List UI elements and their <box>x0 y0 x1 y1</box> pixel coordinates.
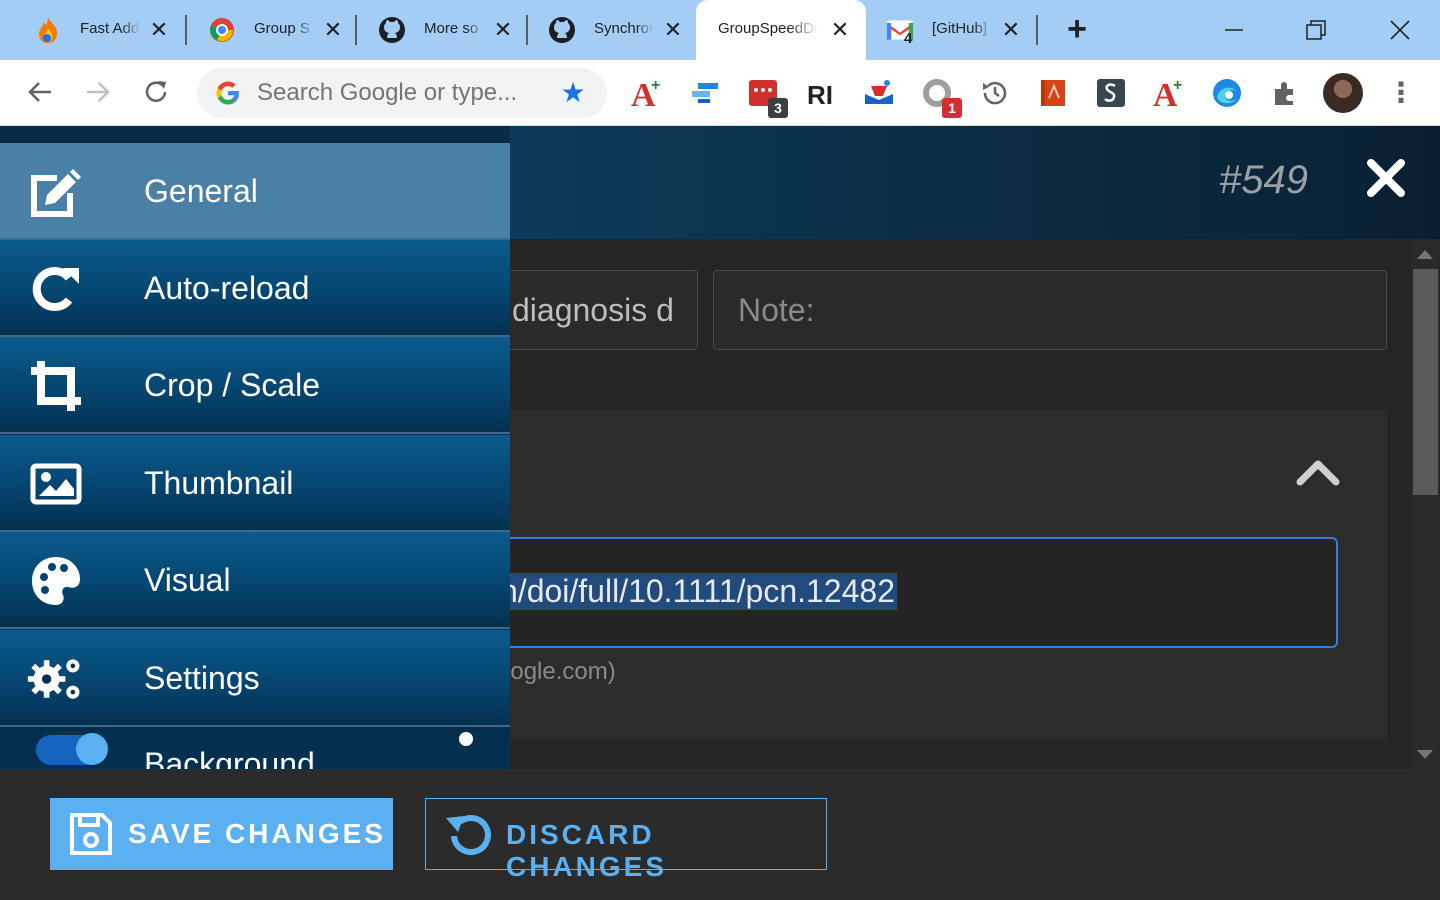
menu-item-label: Thumbnail <box>144 465 294 501</box>
page-content: #549 diagnosis d Note: n/doi/full/10.111… <box>0 126 1440 900</box>
chrome-icon <box>208 16 236 44</box>
scrollbar-thumb[interactable] <box>1413 269 1438 495</box>
circle-extension-icon[interactable]: 1 <box>920 76 962 118</box>
back-button[interactable] <box>22 74 58 110</box>
svg-text:Background: Background <box>144 746 315 769</box>
tab-close-icon[interactable]: ✕ <box>145 16 173 44</box>
discard-changes-button[interactable]: DISCARD CHANGES <box>425 798 827 882</box>
new-tab-button[interactable]: + <box>1060 12 1094 46</box>
save-extension-icon[interactable] <box>862 76 896 110</box>
tab-manager-icon[interactable] <box>688 76 722 110</box>
extension-badge: 1 <box>942 98 962 118</box>
edit-icon <box>26 163 86 221</box>
tab-more-so[interactable]: More so ✕ <box>344 0 524 60</box>
side-menu: General Auto-reload Crop / Scale Thumbna… <box>0 126 510 769</box>
edge-icon[interactable] <box>1210 76 1244 110</box>
calendar-extension-icon[interactable]: 3 <box>746 76 788 118</box>
google-icon <box>215 80 241 106</box>
image-icon <box>26 455 86 513</box>
close-dialog-icon[interactable] <box>1366 158 1406 204</box>
tab-close-icon[interactable]: ✕ <box>659 16 687 44</box>
url-help-text: oogle.com) <box>497 658 616 685</box>
tab-fast-add[interactable]: Fast Add ✕ <box>0 0 185 60</box>
tab-separator <box>1036 15 1038 45</box>
save-changes-button[interactable]: SAVE CHANGES <box>50 798 393 870</box>
tab-group-s[interactable]: Group S ✕ <box>174 0 354 60</box>
tab-title: Group S <box>254 20 310 37</box>
crop-icon <box>26 357 86 415</box>
profile-avatar[interactable] <box>1323 73 1363 113</box>
menu-item-label: General <box>144 173 258 209</box>
restore-button[interactable] <box>1296 10 1336 50</box>
menu-item-partial: Background <box>0 731 510 769</box>
title-field-value: diagnosis d <box>512 292 674 328</box>
dialog-scrollbar[interactable] <box>1411 239 1440 769</box>
svg-text:+: + <box>651 77 660 94</box>
tab-groupspeeddial[interactable]: GroupSpeedDi ✕ <box>696 0 866 60</box>
undo-icon <box>444 810 494 865</box>
chevron-up-icon[interactable] <box>1296 456 1340 486</box>
svg-text:RI: RI <box>807 80 833 107</box>
tab-close-icon[interactable]: ✕ <box>489 16 517 44</box>
tab-title: GroupSpeedDi <box>718 20 818 37</box>
tab-close-icon[interactable]: ✕ <box>319 16 347 44</box>
cogs-icon <box>26 650 86 708</box>
url-input-value: n/doi/full/10.1111/pcn.12482 <box>498 573 897 610</box>
dial-id-label: #549 <box>1219 158 1308 202</box>
menu-item-settings[interactable]: Settings <box>0 630 510 727</box>
reload-icon <box>26 260 86 318</box>
menu-item-thumbnail[interactable]: Thumbnail <box>0 435 510 532</box>
tab-title: More so <box>424 20 479 37</box>
s-extension-icon[interactable] <box>1094 76 1128 110</box>
dialog-footer: SAVE CHANGES DISCARD CHANGES <box>0 769 1440 900</box>
save-icon <box>68 811 114 862</box>
tab-title: Synchron <box>594 20 654 37</box>
scroll-down-arrow-icon[interactable] <box>1417 750 1433 759</box>
gmail-icon: 4 <box>886 16 914 47</box>
save-changes-label: SAVE CHANGES <box>128 818 386 849</box>
discard-changes-label: DISCARD CHANGES <box>506 819 668 882</box>
pdf-extension-icon[interactable] <box>1036 76 1070 110</box>
tab-close-icon[interactable]: ✕ <box>997 16 1025 44</box>
menu-item-general[interactable]: General <box>0 143 510 240</box>
omnibox[interactable]: ★ <box>197 68 607 118</box>
puzzle-icon[interactable] <box>1268 76 1302 110</box>
tab-synchron[interactable]: Synchron ✕ <box>514 0 694 60</box>
tab-strip: Fast Add ✕ Group S ✕ More so ✕ Synchron … <box>0 0 1440 60</box>
extension-badge: 3 <box>768 98 788 118</box>
github-icon <box>548 16 576 44</box>
tab-close-icon[interactable]: ✕ <box>826 16 854 44</box>
minimize-button[interactable] <box>1214 10 1254 50</box>
menu-item-visual[interactable]: Visual <box>0 532 510 629</box>
search-input[interactable] <box>257 78 547 108</box>
tab-title: Fast Add <box>80 20 140 37</box>
flame-icon <box>34 16 62 44</box>
menu-item-label: Settings <box>144 660 260 696</box>
menu-item-label: Crop / Scale <box>144 367 321 403</box>
palette-icon <box>26 552 86 610</box>
menu-item-label: Auto-reload <box>144 270 310 306</box>
adobe-acrobat-icon[interactable]: A + <box>629 76 663 110</box>
menu-item-label: Visual <box>144 562 231 598</box>
tab-title: [GitHub] <box>932 20 988 37</box>
ri-extension-icon[interactable]: RI <box>805 76 839 110</box>
menu-item-auto-reload[interactable]: Auto-reload <box>0 240 510 337</box>
forward-button[interactable] <box>80 74 116 110</box>
note-field-placeholder: Note: <box>738 292 815 328</box>
gmail-count-badge: 4 <box>904 30 913 47</box>
font-plus-icon[interactable]: A + <box>1151 76 1185 110</box>
browser-toolbar: ★ A+ 3 RI 1 A+ ⋮ <box>0 60 1440 126</box>
tab-github-mail[interactable]: 4 [GitHub] ✕ <box>852 0 1032 60</box>
bookmark-star-icon[interactable]: ★ <box>557 77 589 109</box>
window-close-button[interactable] <box>1380 10 1420 50</box>
history-icon[interactable] <box>978 76 1012 110</box>
github-icon <box>378 16 406 44</box>
chrome-menu-icon[interactable]: ⋮ <box>1386 76 1416 110</box>
reload-button[interactable] <box>138 74 174 110</box>
menu-item-crop-scale[interactable]: Crop / Scale <box>0 337 510 434</box>
scroll-up-arrow-icon[interactable] <box>1417 250 1433 259</box>
svg-text:+: + <box>1173 77 1182 94</box>
